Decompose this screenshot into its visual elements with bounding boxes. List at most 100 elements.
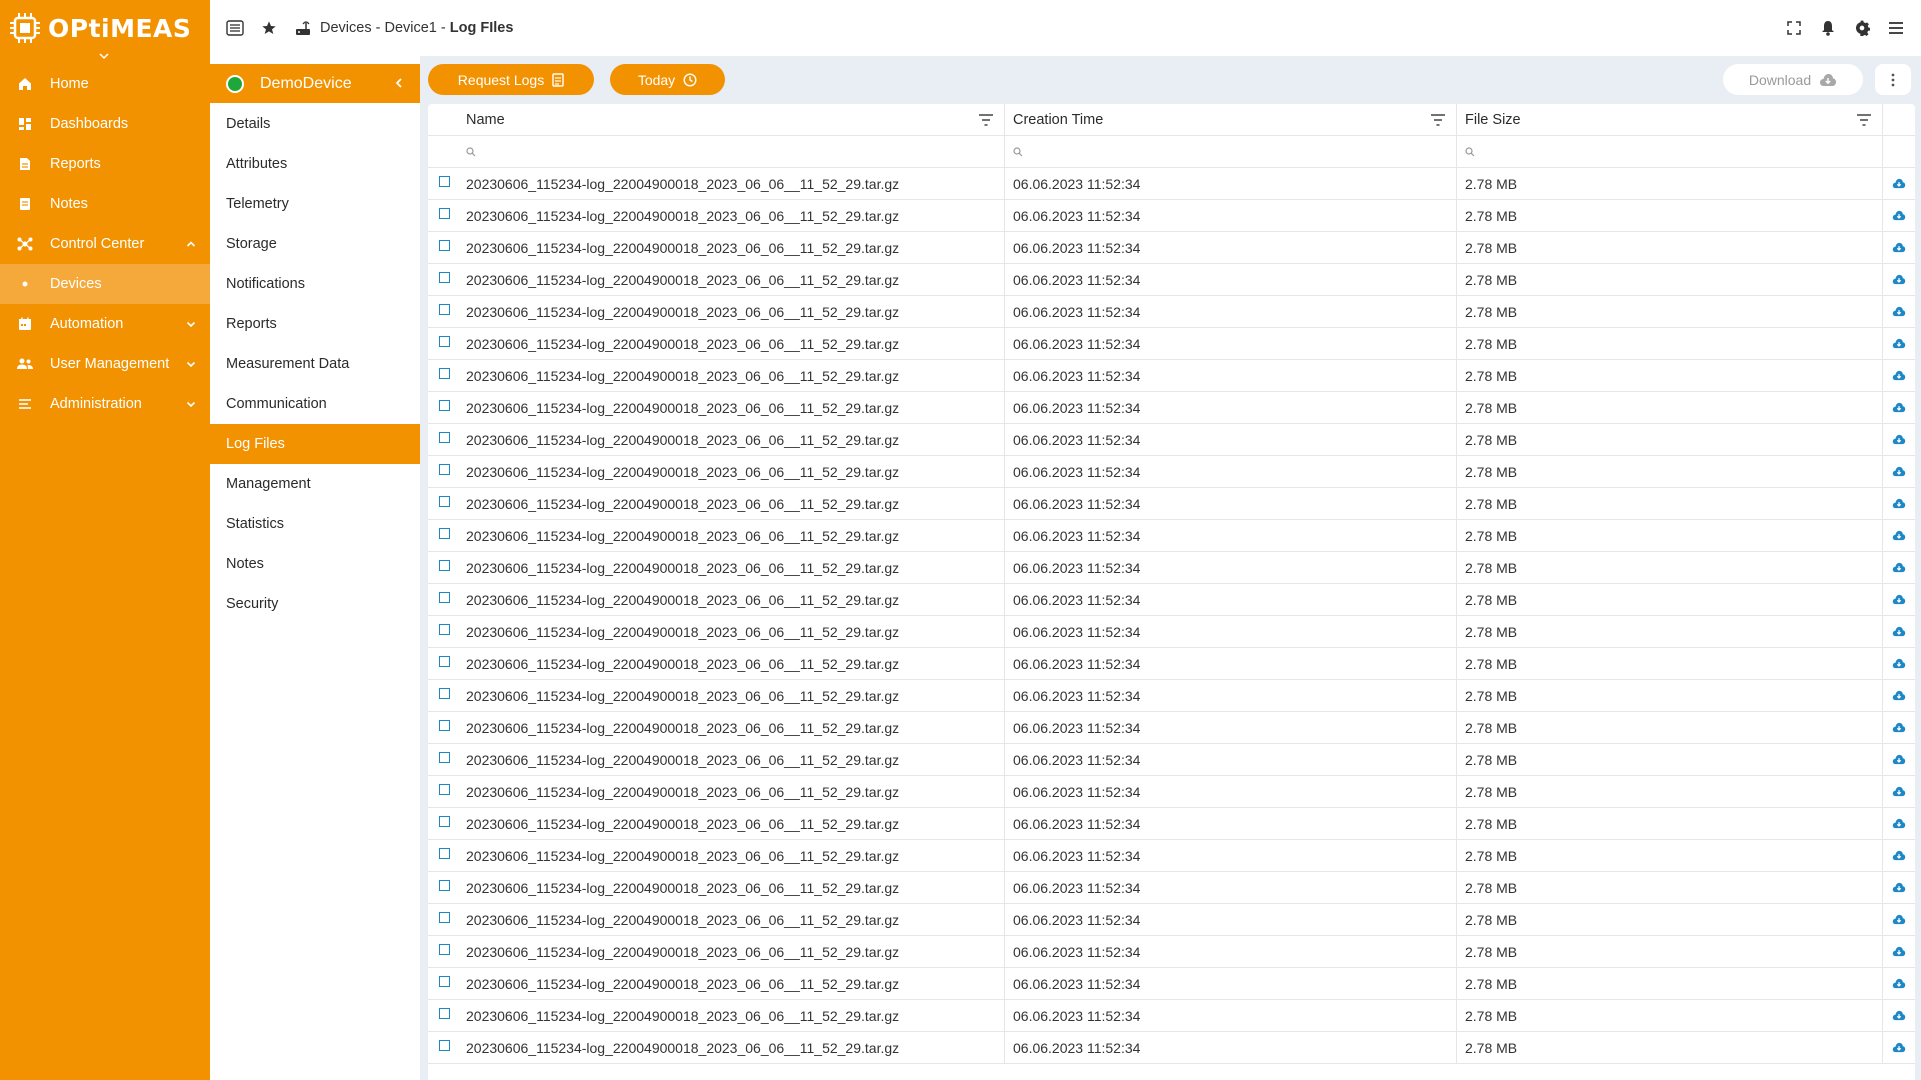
cloud-download-icon[interactable]: [1883, 264, 1915, 295]
table-row[interactable]: 20230606_115234-log_22004900018_2023_06_…: [428, 648, 1915, 680]
row-checkbox[interactable]: [439, 848, 450, 859]
row-checkbox[interactable]: [439, 880, 450, 891]
table-row[interactable]: 20230606_115234-log_22004900018_2023_06_…: [428, 616, 1915, 648]
nav-item-dashboards[interactable]: Dashboards: [0, 104, 210, 144]
filter-icon[interactable]: [1430, 113, 1446, 127]
table-row[interactable]: 20230606_115234-log_22004900018_2023_06_…: [428, 840, 1915, 872]
table-row[interactable]: 20230606_115234-log_22004900018_2023_06_…: [428, 200, 1915, 232]
cloud-download-icon[interactable]: [1883, 744, 1915, 775]
nav-item-user-management[interactable]: User Management: [0, 344, 210, 384]
nav-item-automation[interactable]: Automation: [0, 304, 210, 344]
device-tab-notifications[interactable]: Notifications: [210, 264, 420, 304]
row-checkbox[interactable]: [439, 976, 450, 987]
row-checkbox[interactable]: [439, 752, 450, 763]
row-checkbox[interactable]: [439, 208, 450, 219]
row-checkbox[interactable]: [439, 592, 450, 603]
device-tab-storage[interactable]: Storage: [210, 224, 420, 264]
cloud-download-icon[interactable]: [1883, 424, 1915, 455]
chevron-down-icon[interactable]: [99, 52, 109, 60]
device-tab-reports[interactable]: Reports: [210, 304, 420, 344]
table-row[interactable]: 20230606_115234-log_22004900018_2023_06_…: [428, 392, 1915, 424]
cloud-download-icon[interactable]: [1883, 392, 1915, 423]
device-tab-notes[interactable]: Notes: [210, 544, 420, 584]
device-tab-communication[interactable]: Communication: [210, 384, 420, 424]
table-row[interactable]: 20230606_115234-log_22004900018_2023_06_…: [428, 232, 1915, 264]
table-row[interactable]: 20230606_115234-log_22004900018_2023_06_…: [428, 584, 1915, 616]
row-checkbox[interactable]: [439, 720, 450, 731]
table-row[interactable]: 20230606_115234-log_22004900018_2023_06_…: [428, 808, 1915, 840]
row-checkbox[interactable]: [439, 656, 450, 667]
cloud-download-icon[interactable]: [1883, 360, 1915, 391]
table-row[interactable]: 20230606_115234-log_22004900018_2023_06_…: [428, 296, 1915, 328]
row-checkbox[interactable]: [439, 496, 450, 507]
table-row[interactable]: 20230606_115234-log_22004900018_2023_06_…: [428, 328, 1915, 360]
table-row[interactable]: 20230606_115234-log_22004900018_2023_06_…: [428, 456, 1915, 488]
device-tab-statistics[interactable]: Statistics: [210, 504, 420, 544]
row-checkbox[interactable]: [439, 944, 450, 955]
cloud-download-icon[interactable]: [1883, 296, 1915, 327]
device-tab-measurement-data[interactable]: Measurement Data: [210, 344, 420, 384]
device-tab-security[interactable]: Security: [210, 584, 420, 624]
cloud-download-icon[interactable]: [1883, 232, 1915, 263]
cloud-download-icon[interactable]: [1883, 872, 1915, 903]
fullscreen-icon[interactable]: [1783, 17, 1805, 39]
table-row[interactable]: 20230606_115234-log_22004900018_2023_06_…: [428, 872, 1915, 904]
chevron-down-icon[interactable]: [184, 317, 198, 331]
table-row[interactable]: 20230606_115234-log_22004900018_2023_06_…: [428, 520, 1915, 552]
table-row[interactable]: 20230606_115234-log_22004900018_2023_06_…: [428, 552, 1915, 584]
cloud-download-icon[interactable]: [1883, 168, 1915, 199]
filter-icon[interactable]: [978, 113, 994, 127]
table-row[interactable]: 20230606_115234-log_22004900018_2023_06_…: [428, 712, 1915, 744]
row-checkbox[interactable]: [439, 816, 450, 827]
cloud-download-icon[interactable]: [1883, 456, 1915, 487]
row-checkbox[interactable]: [439, 1008, 450, 1019]
row-checkbox[interactable]: [439, 464, 450, 475]
row-checkbox[interactable]: [439, 784, 450, 795]
chevron-left-icon[interactable]: [392, 76, 406, 90]
row-checkbox[interactable]: [439, 688, 450, 699]
cloud-download-icon[interactable]: [1883, 776, 1915, 807]
cloud-download-icon[interactable]: [1883, 488, 1915, 519]
nav-item-devices[interactable]: Devices: [0, 264, 210, 304]
row-checkbox[interactable]: [439, 624, 450, 635]
cloud-download-icon[interactable]: [1883, 1000, 1915, 1031]
device-tab-details[interactable]: Details: [210, 104, 420, 144]
breadcrumb-device[interactable]: Device1: [384, 20, 436, 36]
table-row[interactable]: 20230606_115234-log_22004900018_2023_06_…: [428, 1032, 1915, 1064]
table-row[interactable]: 20230606_115234-log_22004900018_2023_06_…: [428, 488, 1915, 520]
name-filter-input[interactable]: [458, 136, 1005, 167]
cloud-download-icon[interactable]: [1883, 712, 1915, 743]
nav-item-notes[interactable]: Notes: [0, 184, 210, 224]
row-checkbox[interactable]: [439, 304, 450, 315]
nav-item-home[interactable]: Home: [0, 64, 210, 104]
cloud-download-icon[interactable]: [1883, 904, 1915, 935]
table-row[interactable]: 20230606_115234-log_22004900018_2023_06_…: [428, 680, 1915, 712]
row-checkbox[interactable]: [439, 528, 450, 539]
table-row[interactable]: 20230606_115234-log_22004900018_2023_06_…: [428, 776, 1915, 808]
brand-logo[interactable]: OPtiMEAS: [0, 0, 210, 56]
table-row[interactable]: 20230606_115234-log_22004900018_2023_06_…: [428, 424, 1915, 456]
bell-icon[interactable]: [1817, 17, 1839, 39]
row-checkbox[interactable]: [439, 912, 450, 923]
column-header-creation-time[interactable]: Creation Time: [1005, 104, 1457, 135]
cloud-download-icon[interactable]: [1883, 968, 1915, 999]
device-tab-log-files[interactable]: Log Files: [210, 424, 420, 464]
column-header-file-size[interactable]: File Size: [1457, 104, 1883, 135]
table-row[interactable]: 20230606_115234-log_22004900018_2023_06_…: [428, 936, 1915, 968]
gear-icon[interactable]: [1851, 17, 1873, 39]
download-button[interactable]: Download: [1723, 64, 1863, 95]
row-checkbox[interactable]: [439, 240, 450, 251]
more-options-button[interactable]: [1875, 64, 1911, 95]
cloud-download-icon[interactable]: [1883, 840, 1915, 871]
chevron-down-icon[interactable]: [184, 397, 198, 411]
row-checkbox[interactable]: [439, 432, 450, 443]
cloud-download-icon[interactable]: [1883, 520, 1915, 551]
row-checkbox[interactable]: [439, 1040, 450, 1051]
menu-list-icon[interactable]: [224, 17, 246, 39]
table-row[interactable]: 20230606_115234-log_22004900018_2023_06_…: [428, 744, 1915, 776]
row-checkbox[interactable]: [439, 336, 450, 347]
row-checkbox[interactable]: [439, 400, 450, 411]
nav-item-administration[interactable]: Administration: [0, 384, 210, 424]
row-checkbox[interactable]: [439, 176, 450, 187]
nav-item-control-center[interactable]: Control Center: [0, 224, 210, 264]
